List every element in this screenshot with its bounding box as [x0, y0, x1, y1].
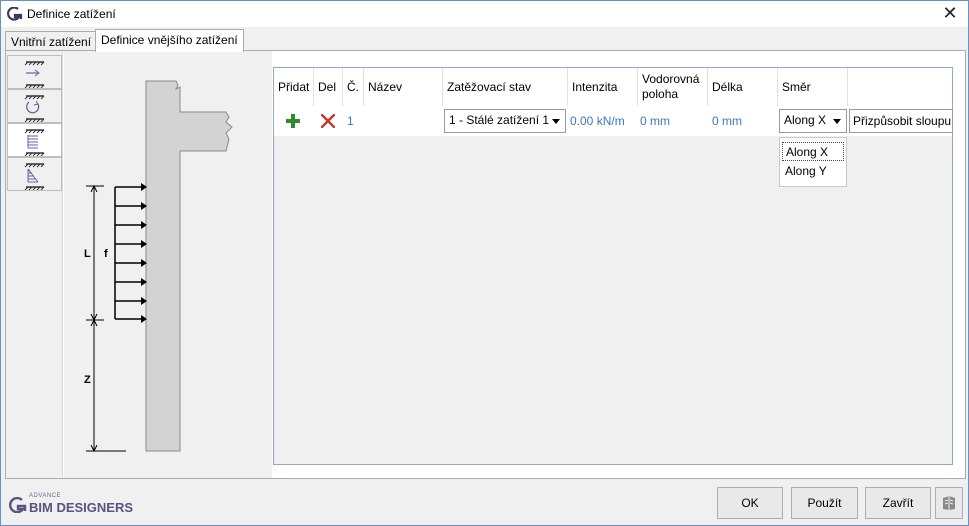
support-type-4-button[interactable] [7, 157, 62, 191]
col-header-action [848, 68, 952, 106]
dialog-window: Definice zatížení ✕ Vnitřní zatížení Def… [0, 0, 969, 526]
close-window-button[interactable]: ✕ [940, 4, 960, 24]
add-cell [274, 106, 314, 136]
window-title: Definice zatížení [27, 7, 116, 21]
col-header-intensity: Intenzita [568, 68, 638, 106]
tab-label: Definice vnějšího zatížení [101, 33, 238, 47]
col-header-add: Přidat [274, 68, 314, 106]
load-label: f [104, 248, 108, 260]
direction-option-along-x[interactable]: Along X [782, 142, 844, 161]
col-header-direction: Směr [778, 68, 848, 106]
fit-to-column-button[interactable]: Přizpůsobit sloupu [849, 109, 953, 133]
delete-cell [314, 106, 343, 136]
support-type-2-button[interactable] [7, 89, 62, 123]
col-header-del: Del [314, 68, 343, 106]
tab-internal-loads[interactable]: Vnitřní zatížení [5, 31, 98, 51]
col-header-name: Název [364, 68, 443, 106]
row-number: 1 [347, 114, 354, 128]
chevron-down-icon [552, 119, 560, 124]
direction-select-value: Along X [784, 113, 827, 127]
horizontal-position-value[interactable]: 0 mm [638, 106, 708, 136]
dialog-footer: ADVANCE BIM DESIGNERS OK Použít Zavřít [1, 481, 968, 525]
chevron-down-icon [833, 119, 841, 124]
add-icon[interactable] [286, 114, 300, 128]
loadcase-select[interactable]: 1 - Stálé zatížení 1 [444, 109, 566, 133]
product-logo: ADVANCE BIM DESIGNERS [9, 493, 133, 515]
loads-table: Přidat Del Č. Název Zatěžovací stav Inte… [273, 67, 953, 465]
table-row: 1 1 - Stálé zatížení 1 0.00 kN/m 0 mm 0 … [274, 106, 953, 136]
column-diagram-graphic: L f Z [84, 80, 233, 453]
support-type-3-icon [24, 129, 45, 156]
direction-option-along-y[interactable]: Along Y [782, 162, 844, 181]
tab-panel: L f Z Přidat Del Č. Název Zatěžovací sta… [5, 50, 966, 479]
table-header: Přidat Del Č. Název Zatěžovací stav Inte… [274, 68, 952, 106]
col-header-length: Délka [708, 68, 778, 106]
close-icon: ✕ [942, 3, 958, 23]
direction-dropdown-list: Along X Along Y [779, 137, 847, 187]
brand-logo-icon [9, 497, 27, 513]
col-header-horizontal-position: Vodorovná poloha [638, 68, 708, 106]
support-type-1-button[interactable] [7, 55, 62, 89]
tab-label: Vnitřní zatížení [11, 35, 92, 49]
column-load-diagram: L f Z [64, 51, 272, 478]
logo-subtitle: ADVANCE [29, 493, 62, 499]
offset-label: Z [84, 374, 91, 386]
logo-title: BIM DESIGNERS [29, 500, 134, 515]
apply-button[interactable]: Použít [791, 487, 858, 519]
row-name[interactable] [364, 106, 443, 136]
col-header-no: Č. [343, 68, 364, 106]
length-label: L [84, 248, 91, 260]
support-type-column [6, 51, 63, 478]
support-type-4-icon [24, 163, 45, 190]
tab-external-loads[interactable]: Definice vnějšího zatížení [95, 29, 244, 52]
delete-icon[interactable] [321, 114, 335, 128]
book-icon [943, 496, 955, 510]
loadcase-select-value: 1 - Stálé zatížení 1 [449, 113, 550, 127]
direction-select[interactable]: Along X [779, 109, 847, 133]
help-book-button[interactable] [935, 487, 963, 519]
close-button[interactable]: Zavřít [865, 487, 931, 519]
col-header-loadcase: Zatěžovací stav [443, 68, 568, 106]
length-value[interactable]: 0 mm [708, 106, 778, 136]
title-bar: Definice zatížení ✕ [1, 1, 968, 27]
support-type-1-icon [24, 61, 45, 88]
ok-button[interactable]: OK [717, 487, 783, 519]
app-logo-icon [7, 7, 23, 21]
support-type-2-icon [24, 95, 45, 122]
support-type-3-button[interactable] [7, 123, 62, 157]
intensity-value[interactable]: 0.00 kN/m [568, 106, 638, 136]
